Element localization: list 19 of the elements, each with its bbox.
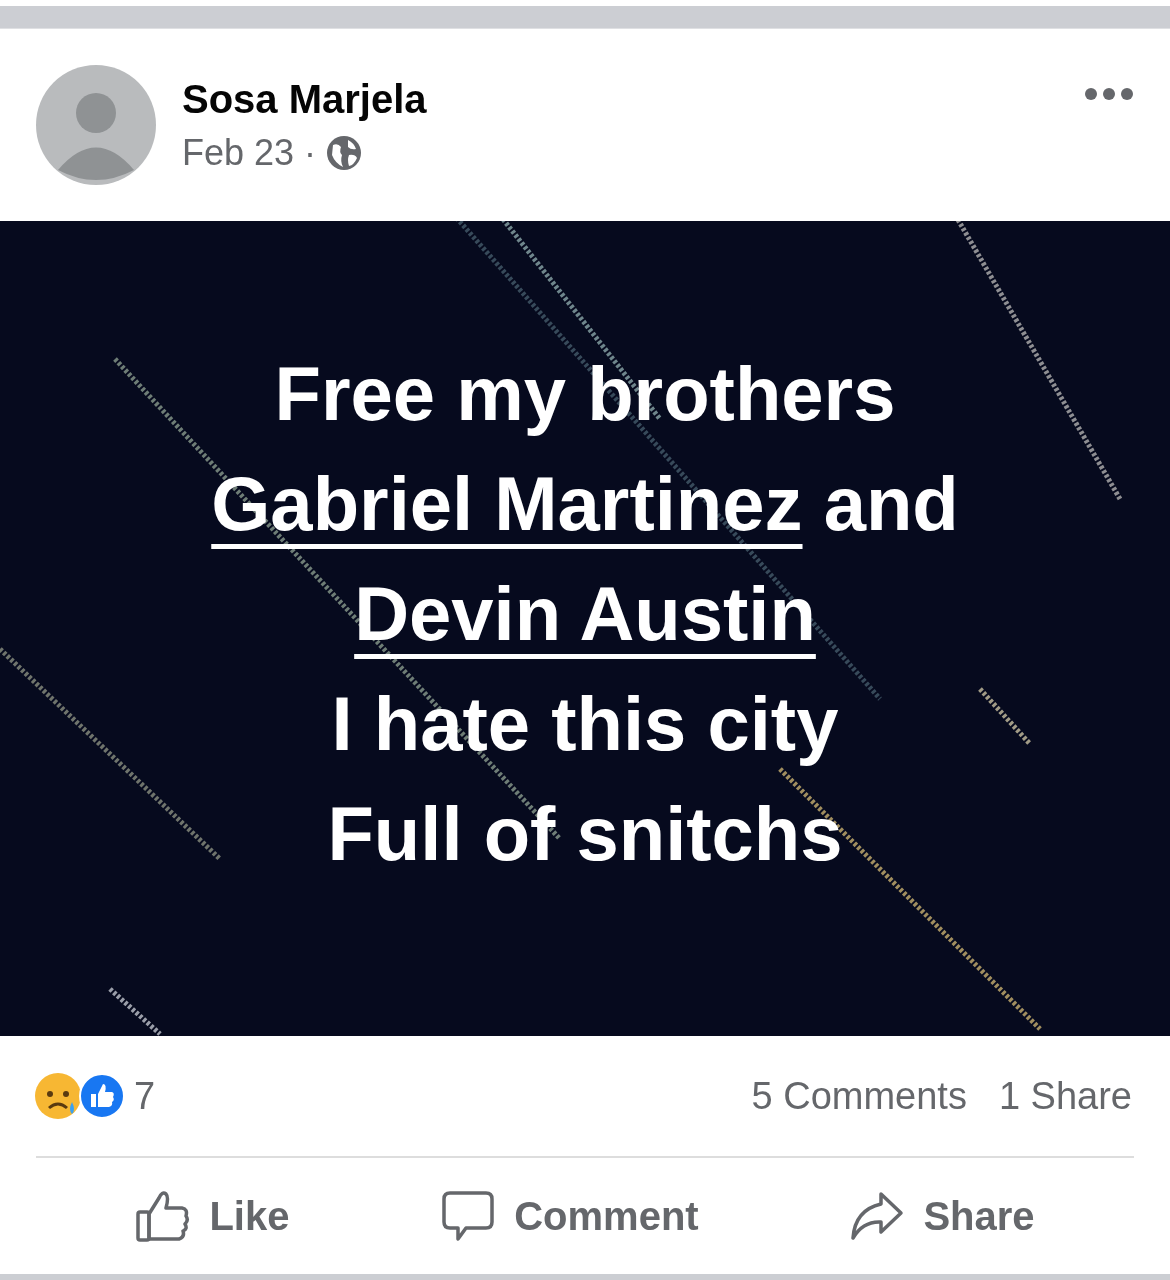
globe-icon[interactable] bbox=[326, 135, 363, 171]
sad-reaction-icon[interactable] bbox=[34, 1072, 82, 1120]
reaction-count[interactable]: 7 bbox=[134, 1074, 156, 1118]
tag-link[interactable]: Gabriel Martinez bbox=[211, 460, 803, 546]
post-text: Free my brothers Gabriel Martinez and Devin Austin I hate this city Full of snitchs bbox=[211, 349, 959, 878]
avatar[interactable] bbox=[36, 65, 156, 185]
speech-bubble-icon bbox=[440, 1188, 497, 1244]
post-date[interactable]: Feb 23 bbox=[182, 132, 295, 174]
separator: · bbox=[304, 132, 317, 174]
share-button[interactable]: Share bbox=[833, 1180, 1051, 1252]
shares-count[interactable]: 1 Share bbox=[998, 1074, 1132, 1118]
comment-button[interactable]: Comment bbox=[424, 1180, 715, 1252]
more-options-icon[interactable] bbox=[1084, 87, 1134, 101]
like-reaction-icon[interactable] bbox=[78, 1072, 126, 1120]
thumbs-up-icon bbox=[135, 1188, 192, 1244]
tag-link[interactable]: Devin Austin bbox=[354, 570, 816, 656]
author-name[interactable]: Sosa Marjela bbox=[182, 77, 1084, 122]
comments-count[interactable]: 5 Comments bbox=[751, 1074, 967, 1118]
like-button[interactable]: Like bbox=[119, 1180, 306, 1252]
